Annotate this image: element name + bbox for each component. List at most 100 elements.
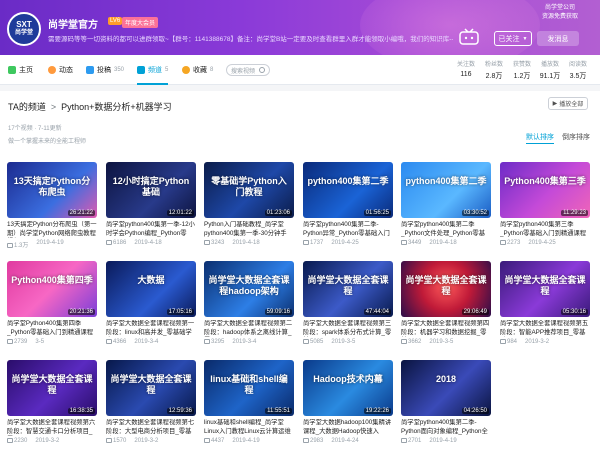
up-name[interactable]: 尚学堂官方: [48, 16, 98, 31]
thumbnail-text: 尚学堂大数据全套课程: [307, 275, 389, 296]
nav-upload[interactable]: 投稿 350: [86, 55, 124, 85]
video-card[interactable]: 尚学堂大数据全套课程hadoop架构 59:09:16 尚学堂大数据全套课程视频第二…: [204, 261, 294, 356]
thumbnail-text: python400集第二季: [307, 176, 389, 186]
video-title[interactable]: 尚学堂python400集第三季_Python零基础入门到精通课程: [500, 221, 590, 238]
followed-button[interactable]: 已关注 ▼: [494, 31, 532, 46]
video-title[interactable]: 尚学堂大数据全套课程视频第二阶段：hadoop体系之离线计算_零: [204, 320, 294, 337]
breadcrumb-root[interactable]: TA的频道: [8, 100, 46, 113]
video-title[interactable]: 尚学堂大数据全套课程视频第四阶段：机器学习和数据挖掘_零基: [401, 320, 491, 337]
play-count: 2701: [401, 438, 421, 444]
video-title[interactable]: Python入门基础教程_尚学堂python400集第一季-30分钟手: [204, 221, 294, 238]
stat-label: 播放数: [540, 62, 559, 68]
video-thumbnail[interactable]: linux基础和shell编程 11:55:51: [204, 360, 294, 416]
upload-date: 2019-3-4: [232, 339, 257, 345]
video-card[interactable]: 12小时搞定Python基础 12:01:22 尚学堂python400集第一季-1…: [106, 162, 196, 257]
video-info: 3243 2019-4-18: [204, 240, 260, 246]
video-thumbnail[interactable]: 零基础学Python入门教程 01:23:06: [204, 162, 294, 218]
video-thumbnail[interactable]: Hadoop技术内幕 19:22:26: [303, 360, 393, 416]
video-title[interactable]: 尚学堂大数据全套课程视频第一阶段：linux和高并发_零基础学大: [106, 320, 196, 337]
dynamic-icon: [48, 66, 56, 74]
video-card[interactable]: 尚学堂大数据全套课程 05:30:16 尚学堂大数据全套课程视频第五阶段：智能APP…: [500, 261, 590, 356]
play-all-button[interactable]: ▶ 播放全部: [548, 97, 588, 110]
video-title[interactable]: 13天搞定Python分布爬虫（第一期）尚学堂Python网络爬虫教程视频: [7, 221, 97, 238]
video-title[interactable]: 尚学堂大数据全套课程视频第七阶段：大型电商分析项目_零基础: [106, 419, 196, 436]
video-info: 1737 2019-4-25: [303, 240, 359, 246]
channel-meta: 17个视频 · 7-11更新: [8, 123, 62, 132]
video-title[interactable]: 尚学堂python400集第二季_Python文件处理_Python零基: [401, 221, 491, 238]
sort-default[interactable]: 默认排序: [526, 132, 554, 144]
upload-date: 2019-4-19: [429, 438, 457, 444]
video-thumbnail[interactable]: 尚学堂大数据全套课程 12:59:36: [106, 360, 196, 416]
channel-description: 做一个掌握未来的全能工程师: [8, 139, 87, 145]
video-thumbnail[interactable]: 大数据 17:05:16: [106, 261, 196, 317]
nav-channel-label: 频道: [148, 67, 162, 74]
video-info: 3449 2019-4-18: [401, 240, 457, 246]
video-card[interactable]: 2018 04:26:50 尚学堂python400集第二季-Python面向对象编…: [401, 360, 491, 455]
avatar[interactable]: SXT 尚学堂: [7, 12, 41, 46]
nav-channel[interactable]: 频道 5: [137, 55, 169, 85]
video-card[interactable]: Python400集第四季 20:21:36 尚学堂Python400集第四季_Py…: [7, 261, 97, 356]
message-button[interactable]: 发消息: [537, 31, 579, 46]
video-thumbnail[interactable]: 2018 04:26:50: [401, 360, 491, 416]
video-card[interactable]: Python400集第三季 11:29:23 尚学堂python400集第三季_Py…: [500, 162, 590, 257]
search-icon[interactable]: [259, 67, 265, 73]
video-card[interactable]: 零基础学Python入门教程 01:23:06 Python入门基础教程_尚学堂py…: [204, 162, 294, 257]
play-count-icon: [204, 438, 210, 443]
video-card[interactable]: 大数据 17:05:16 尚学堂大数据全套课程视频第一阶段：linux和高并发_零基…: [106, 261, 196, 356]
video-thumbnail[interactable]: 尚学堂大数据全套课程 29:06:49: [401, 261, 491, 317]
video-thumbnail[interactable]: 尚学堂大数据全套课程 47:44:04: [303, 261, 393, 317]
video-card[interactable]: python400集第二季 01:56:25 尚学堂python400集第二季-Py…: [303, 162, 393, 257]
play-count-icon: [106, 438, 112, 443]
video-title[interactable]: 尚学堂python400集第二季-Python面向对象编程_Python全: [401, 419, 491, 436]
video-thumbnail[interactable]: python400集第二季 01:56:25: [303, 162, 393, 218]
resource-link[interactable]: 尚学堂公司 资源免费获取: [542, 4, 578, 22]
video-title[interactable]: 尚学堂大数据全套课程视频第五阶段：智能APP推荐项目_零基础: [500, 320, 590, 337]
video-title[interactable]: 尚学堂大数据全套课程视频第三阶段：spark体系分布式计算_零基: [303, 320, 393, 337]
video-card[interactable]: Hadoop技术内幕 19:22:26 尚学堂大数据hadoop100集精讲课程_大…: [303, 360, 393, 455]
video-title[interactable]: 尚学堂大数据hadoop100集精讲课程_大数据Hadoop快速入: [303, 419, 393, 436]
play-count: 984: [500, 339, 517, 345]
video-card[interactable]: 尚学堂大数据全套课程 29:06:49 尚学堂大数据全套课程视频第四阶段：机器学习和…: [401, 261, 491, 356]
thumbnail-text: 尚学堂大数据全套课程: [11, 374, 93, 395]
video-thumbnail[interactable]: 尚学堂大数据全套课程hadoop架构 59:09:16: [204, 261, 294, 317]
nav-home[interactable]: 主页: [8, 55, 33, 85]
search-input[interactable]: 搜索视频: [226, 64, 270, 76]
stat-fans[interactable]: 粉丝数 2.8万: [479, 59, 509, 81]
play-count-icon: [303, 339, 309, 344]
video-title[interactable]: 尚学堂Python400集第四季_Python零基础入门到精通课程: [7, 320, 97, 337]
video-title[interactable]: 尚学堂大数据全套课程视频第六阶段：智慧交通卡口分析项目_零: [7, 419, 97, 436]
stat-value: 116: [460, 71, 472, 78]
video-card[interactable]: 尚学堂大数据全套课程 12:59:36 尚学堂大数据全套课程视频第七阶段：大型电商分…: [106, 360, 196, 455]
followed-label: 已关注: [498, 35, 520, 43]
chevron-down-icon: ▼: [522, 35, 528, 42]
play-count-icon: [401, 339, 407, 344]
resource-link-sub: 资源免费获取: [541, 14, 578, 20]
resource-link-title: 尚学堂公司: [544, 5, 575, 11]
video-duration: 01:23:06: [264, 210, 292, 216]
video-card[interactable]: python400集第二季 03:30:52 尚学堂python400集第二季_Py…: [401, 162, 491, 257]
video-title[interactable]: linux基础和shell编程_尚学堂Linux入门教程Linux云计算运维: [204, 419, 294, 436]
video-thumbnail[interactable]: 12小时搞定Python基础 12:01:22: [106, 162, 196, 218]
video-thumbnail[interactable]: 尚学堂大数据全套课程 05:30:16: [500, 261, 590, 317]
play-count-value: 1737: [310, 240, 324, 246]
video-thumbnail[interactable]: python400集第二季 03:30:52: [401, 162, 491, 218]
sort-reverse[interactable]: 倒序排序: [562, 132, 590, 142]
nav-favorite[interactable]: 收藏 8: [182, 55, 213, 85]
video-card[interactable]: 尚学堂大数据全套课程 47:44:04 尚学堂大数据全套课程视频第三阶段：spark…: [303, 261, 393, 356]
video-thumbnail[interactable]: 13天搞定Python分布爬虫 26:21:22: [7, 162, 97, 218]
play-count-value: 5085: [310, 339, 324, 345]
nav-dynamic[interactable]: 动态: [48, 55, 73, 85]
video-card[interactable]: linux基础和shell编程 11:55:51 linux基础和shell编程_尚…: [204, 360, 294, 455]
play-count-value: 2739: [14, 339, 28, 345]
stat-following[interactable]: 关注数 116: [451, 59, 481, 78]
video-thumbnail[interactable]: Python400集第四季 20:21:36: [7, 261, 97, 317]
video-thumbnail[interactable]: Python400集第三季 11:29:23: [500, 162, 590, 218]
video-title[interactable]: 尚学堂python400集第一季-12小时学会Python编程_Python零: [106, 221, 196, 238]
play-count: 4366: [106, 339, 126, 345]
video-info: 4366 2019-3-4: [106, 339, 158, 345]
nav-dynamic-label: 动态: [59, 67, 73, 74]
video-thumbnail[interactable]: 尚学堂大数据全套课程 16:38:35: [7, 360, 97, 416]
video-card[interactable]: 13天搞定Python分布爬虫 26:21:22 13天搞定Python分布爬虫（第…: [7, 162, 97, 257]
video-card[interactable]: 尚学堂大数据全套课程 16:38:35 尚学堂大数据全套课程视频第六阶段：智慧交通卡…: [7, 360, 97, 455]
video-title[interactable]: 尚学堂python400集第二季-Python异常_Python零基础入门: [303, 221, 393, 238]
